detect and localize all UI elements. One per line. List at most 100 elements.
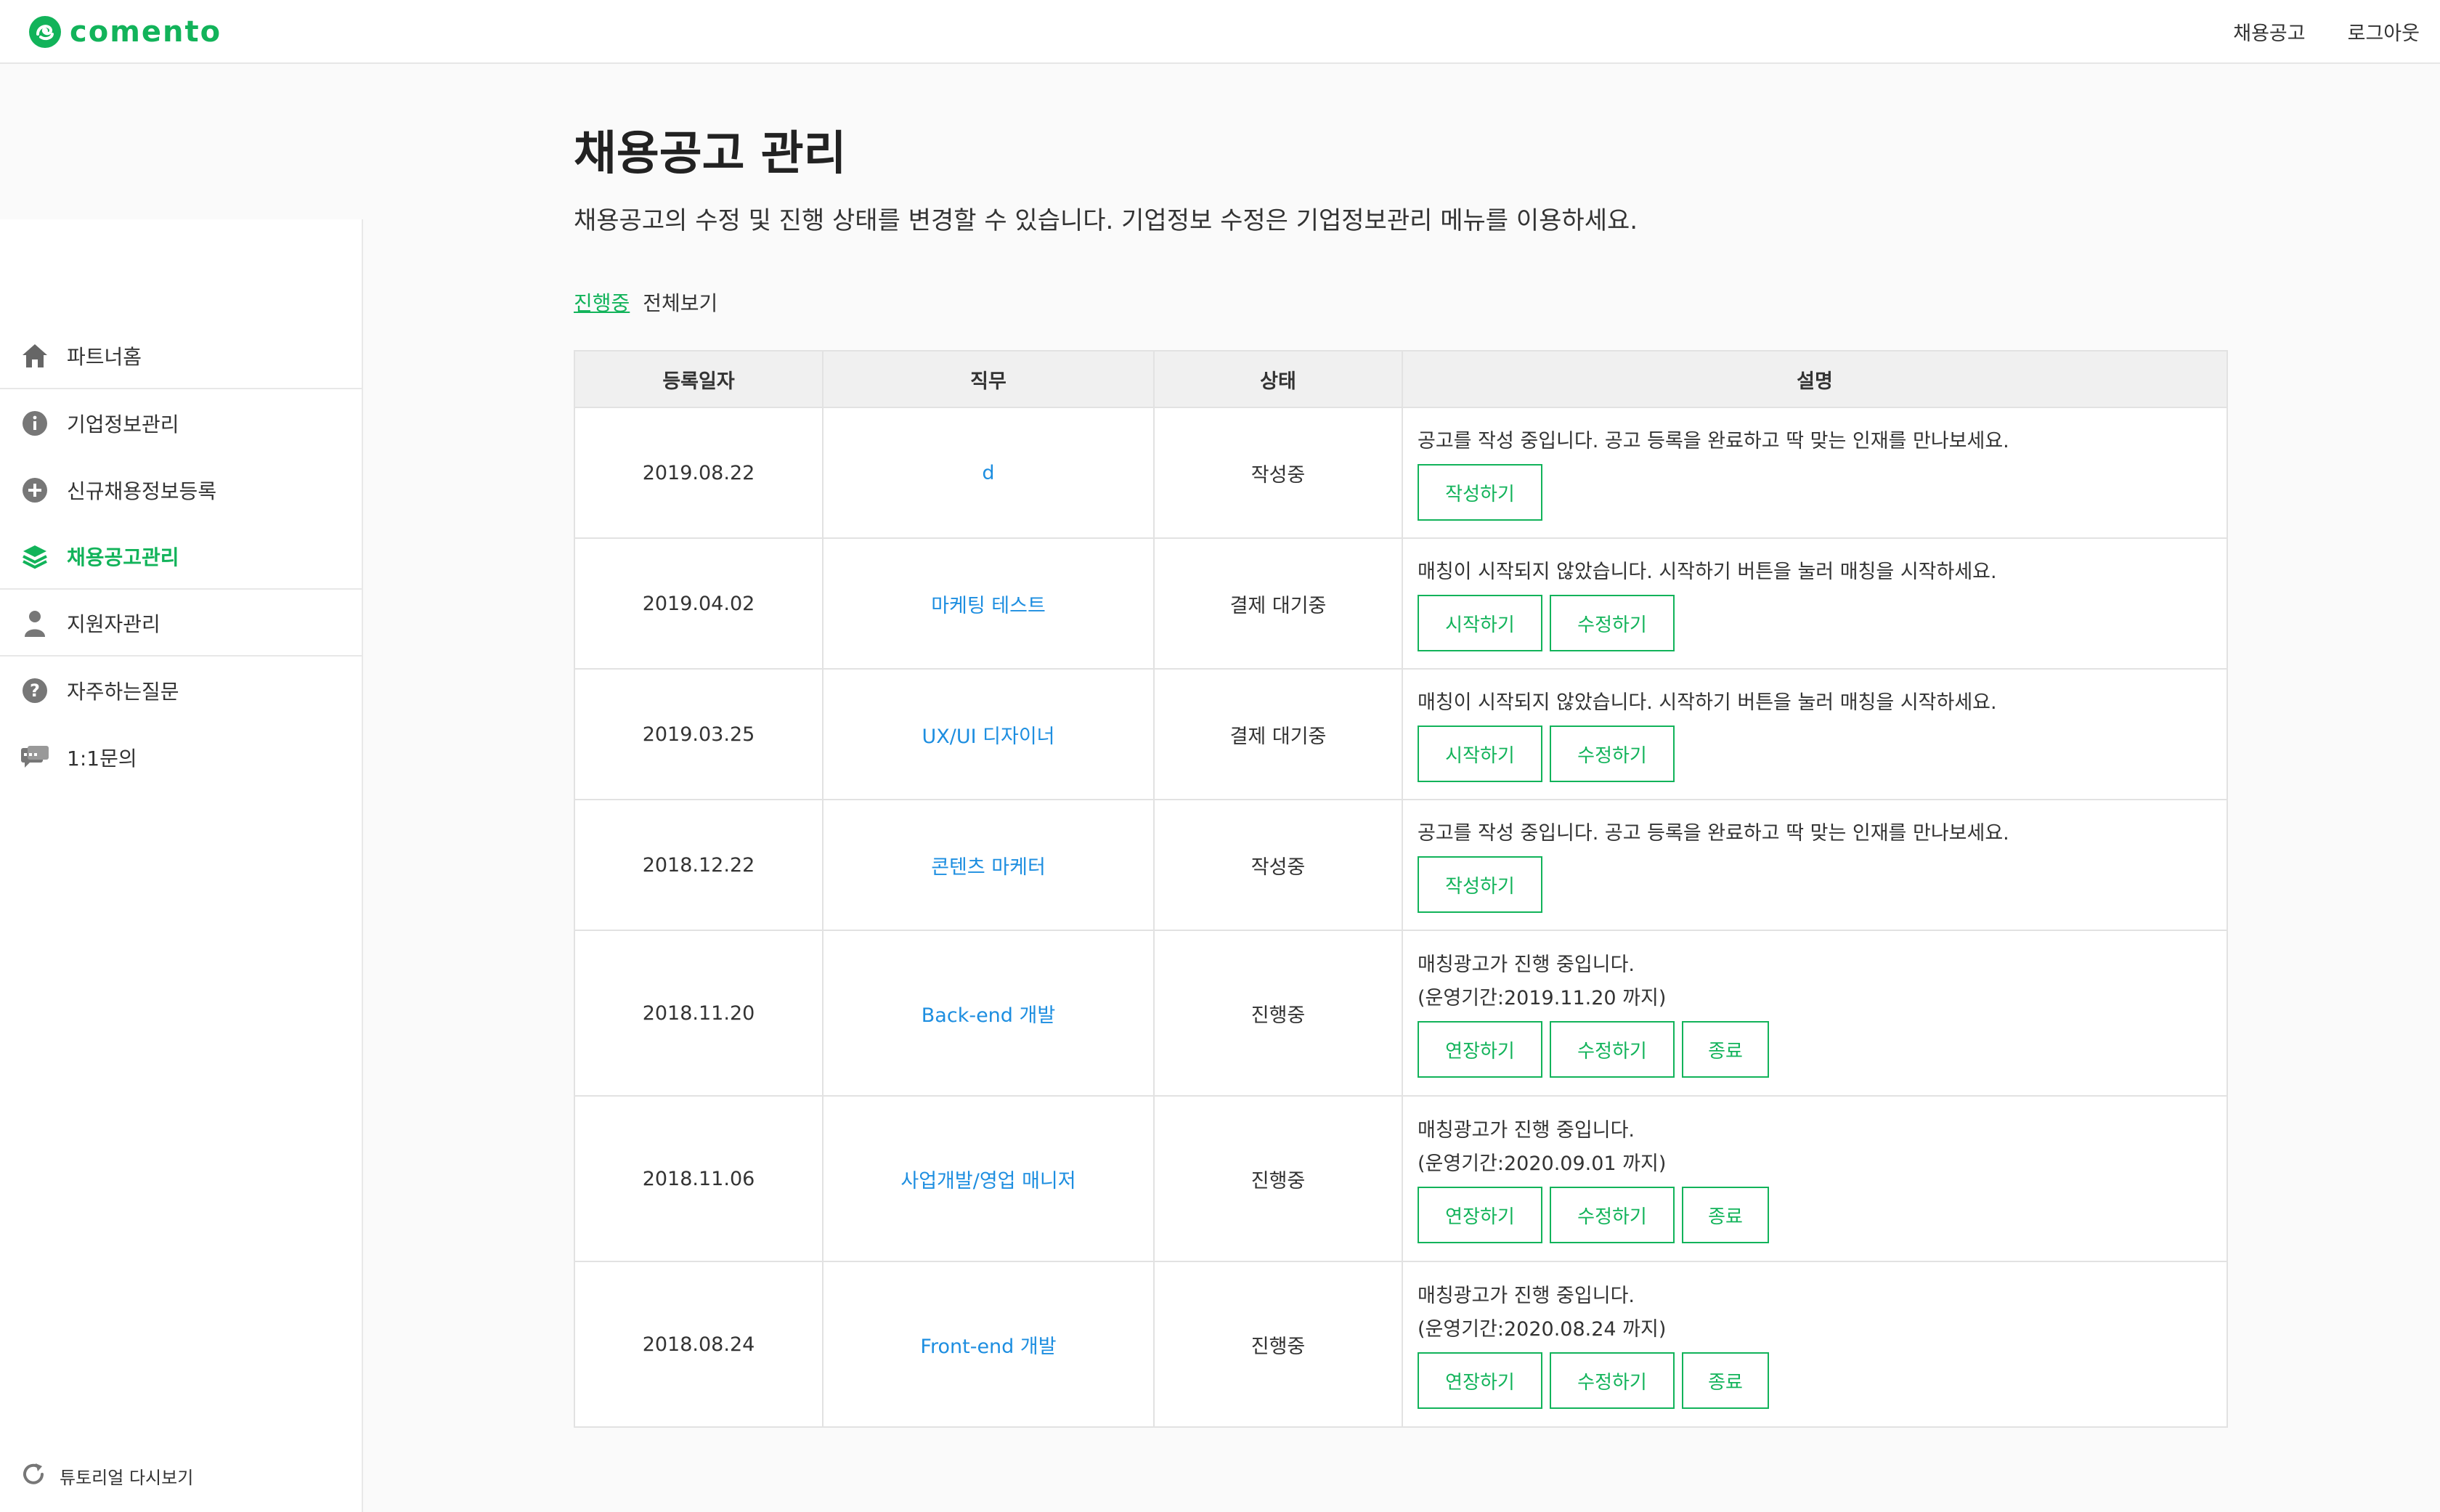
column-header-status: 상태 (1153, 350, 1403, 408)
sidebar-item-new-posting[interactable]: 신규채용정보등록 (0, 458, 362, 523)
cell-description: 공고를 작성 중입니다. 공고 등록을 완료하고 딱 맞는 인재를 만나보세요.… (1402, 407, 2228, 539)
operation-period: (운영기간:2020.08.24 까지) (1418, 1318, 1667, 1341)
extend-button[interactable]: 연장하기 (1418, 1187, 1542, 1243)
cell-job: Back-end 개발 (822, 930, 1155, 1097)
sidebar-item-company-info[interactable]: 기업정보관리 (0, 391, 362, 456)
sidebar-item-posting-management[interactable]: 채용공고관리 (0, 524, 362, 590)
cell-job: d (822, 407, 1155, 539)
table-row: 2018.11.20 Back-end 개발 진행중 매칭광고가 진행 중입니다… (574, 930, 2228, 1097)
sidebar-item-inquiry[interactable]: 1:1문의 (0, 725, 362, 790)
sidebar-item-partner-home[interactable]: 파트너홈 (0, 324, 362, 389)
nav-job-postings[interactable]: 채용공고 (2233, 17, 2305, 46)
cell-job: 마케팅 테스트 (822, 537, 1155, 670)
cell-date: 2019.04.02 (574, 537, 824, 670)
column-header-date: 등록일자 (574, 350, 824, 408)
write-button[interactable]: 작성하기 (1418, 464, 1542, 521)
action-buttons: 연장하기 수정하기 종료 (1418, 1021, 2212, 1078)
edit-button[interactable]: 수정하기 (1550, 1187, 1675, 1243)
table-header-row: 등록일자 직무 상태 설명 (574, 350, 2228, 408)
filter-all[interactable]: 전체보기 (643, 288, 717, 317)
edit-button[interactable]: 수정하기 (1550, 725, 1675, 782)
cell-job: 사업개발/영업 매니저 (822, 1095, 1155, 1262)
edit-button[interactable]: 수정하기 (1550, 1021, 1675, 1078)
cell-description: 매칭광고가 진행 중입니다. (운영기간:2020.09.01 까지) 연장하기… (1402, 1095, 2228, 1262)
cell-date: 2018.11.06 (574, 1095, 824, 1262)
comento-logo-icon (28, 15, 62, 49)
job-postings-table: 등록일자 직무 상태 설명 2019.08.22 d 작성중 공고를 작성 중입… (574, 350, 2228, 1428)
cell-description: 매칭광고가 진행 중입니다. (운영기간:2019.11.20 까지) 연장하기… (1402, 930, 2228, 1097)
description-text: 공고를 작성 중입니다. 공고 등록을 완료하고 딱 맞는 인재를 만나보세요. (1418, 822, 2009, 845)
table-row: 2019.03.25 UX/UI 디자이너 결제 대기중 매칭이 시작되지 않았… (574, 668, 2228, 800)
description-text: 매칭이 시작되지 않았습니다. 시작하기 버튼을 눌러 매칭을 시작하세요. (1418, 561, 1997, 583)
sidebar-item-label: 1:1문의 (67, 747, 137, 771)
cell-date: 2018.12.22 (574, 799, 824, 931)
sidebar-item-label: 파트너홈 (67, 345, 142, 369)
top-bar: comento 채용공고 로그아웃 (0, 0, 2440, 64)
edit-button[interactable]: 수정하기 (1550, 1352, 1675, 1409)
description-text: 매칭이 시작되지 않았습니다. 시작하기 버튼을 눌러 매칭을 시작하세요. (1418, 691, 1997, 714)
action-buttons: 작성하기 (1418, 464, 2212, 521)
sidebar-item-applicants[interactable]: 지원자관리 (0, 591, 362, 657)
cell-job: 콘텐츠 마케터 (822, 799, 1155, 931)
sidebar: 파트너홈 기업정보관리 신규채용정보등록 채용공고관리 지원자관리 ? 자주하는… (0, 219, 363, 1512)
description-text: 공고를 작성 중입니다. 공고 등록을 완료하고 딱 맞는 인재를 만나보세요. (1418, 430, 2009, 452)
extend-button[interactable]: 연장하기 (1418, 1352, 1542, 1409)
sidebar-item-label: 자주하는질문 (67, 680, 179, 704)
svg-text:?: ? (30, 680, 40, 701)
table-row: 2018.11.06 사업개발/영업 매니저 진행중 매칭광고가 진행 중입니다… (574, 1095, 2228, 1262)
start-button[interactable]: 시작하기 (1418, 595, 1542, 651)
job-link[interactable]: 사업개발/영업 매니저 (900, 1170, 1075, 1192)
job-link[interactable]: 마케팅 테스트 (931, 595, 1046, 617)
cell-status: 진행중 (1153, 1095, 1403, 1262)
cell-date: 2019.08.22 (574, 407, 824, 539)
job-link[interactable]: d (982, 462, 994, 484)
sidebar-item-label: 신규채용정보등록 (67, 479, 217, 503)
cell-status: 작성중 (1153, 407, 1403, 539)
table-row: 2019.08.22 d 작성중 공고를 작성 중입니다. 공고 등록을 완료하… (574, 407, 2228, 539)
job-link[interactable]: Back-end 개발 (922, 1004, 1055, 1027)
action-buttons: 연장하기 수정하기 종료 (1418, 1187, 2212, 1243)
edit-button[interactable]: 수정하기 (1550, 595, 1675, 651)
chat-icon (20, 743, 49, 772)
filter-in-progress[interactable]: 진행중 (574, 288, 630, 317)
cell-job: UX/UI 디자이너 (822, 668, 1155, 800)
cell-description: 매칭이 시작되지 않았습니다. 시작하기 버튼을 눌러 매칭을 시작하세요. 시… (1402, 537, 2228, 670)
action-buttons: 시작하기 수정하기 (1418, 725, 2212, 782)
sidebar-item-label: 지원자관리 (67, 612, 160, 636)
status-filter: 진행중 전체보기 (574, 288, 731, 317)
info-icon (20, 409, 49, 438)
job-link[interactable]: Front-end 개발 (920, 1336, 1056, 1358)
cell-status: 결제 대기중 (1153, 668, 1403, 800)
job-link[interactable]: 콘텐츠 마케터 (931, 856, 1046, 879)
tutorial-label: 튜토리얼 다시보기 (60, 1467, 194, 1488)
operation-period: (운영기간:2020.09.01 까지) (1418, 1153, 1667, 1175)
page-title: 채용공고 관리 (574, 127, 847, 181)
nav-logout[interactable]: 로그아웃 (2348, 17, 2420, 46)
operation-period: (운영기간:2019.11.20 까지) (1418, 987, 1667, 1009)
cell-description: 매칭광고가 진행 중입니다. (운영기간:2020.08.24 까지) 연장하기… (1402, 1261, 2228, 1428)
cell-status: 결제 대기중 (1153, 537, 1403, 670)
logo-text: comento (70, 15, 222, 49)
start-button[interactable]: 시작하기 (1418, 725, 1542, 782)
description-text: 매칭광고가 진행 중입니다. (1418, 954, 1635, 976)
logo[interactable]: comento (28, 13, 221, 51)
action-buttons: 연장하기 수정하기 종료 (1418, 1352, 2212, 1409)
top-nav: 채용공고 로그아웃 (2191, 0, 2420, 62)
description-text: 매칭광고가 진행 중입니다. (1418, 1285, 1635, 1307)
tutorial-replay-link[interactable]: 튜토리얼 다시보기 (20, 1461, 193, 1490)
end-button[interactable]: 종료 (1682, 1352, 1769, 1409)
sidebar-item-faq[interactable]: ? 자주하는질문 (0, 658, 362, 723)
cell-description: 매칭이 시작되지 않았습니다. 시작하기 버튼을 눌러 매칭을 시작하세요. 시… (1402, 668, 2228, 800)
home-icon (20, 341, 49, 370)
cell-date: 2018.11.20 (574, 930, 824, 1097)
cell-status: 진행중 (1153, 1261, 1403, 1428)
write-button[interactable]: 작성하기 (1418, 856, 1542, 913)
end-button[interactable]: 종료 (1682, 1021, 1769, 1078)
person-icon (20, 609, 49, 638)
action-buttons: 시작하기 수정하기 (1418, 595, 2212, 651)
job-link[interactable]: UX/UI 디자이너 (922, 725, 1054, 748)
extend-button[interactable]: 연장하기 (1418, 1021, 1542, 1078)
description-text: 매칭광고가 진행 중입니다. (1418, 1119, 1635, 1142)
end-button[interactable]: 종료 (1682, 1187, 1769, 1243)
sidebar-item-label: 채용공고관리 (67, 545, 179, 569)
